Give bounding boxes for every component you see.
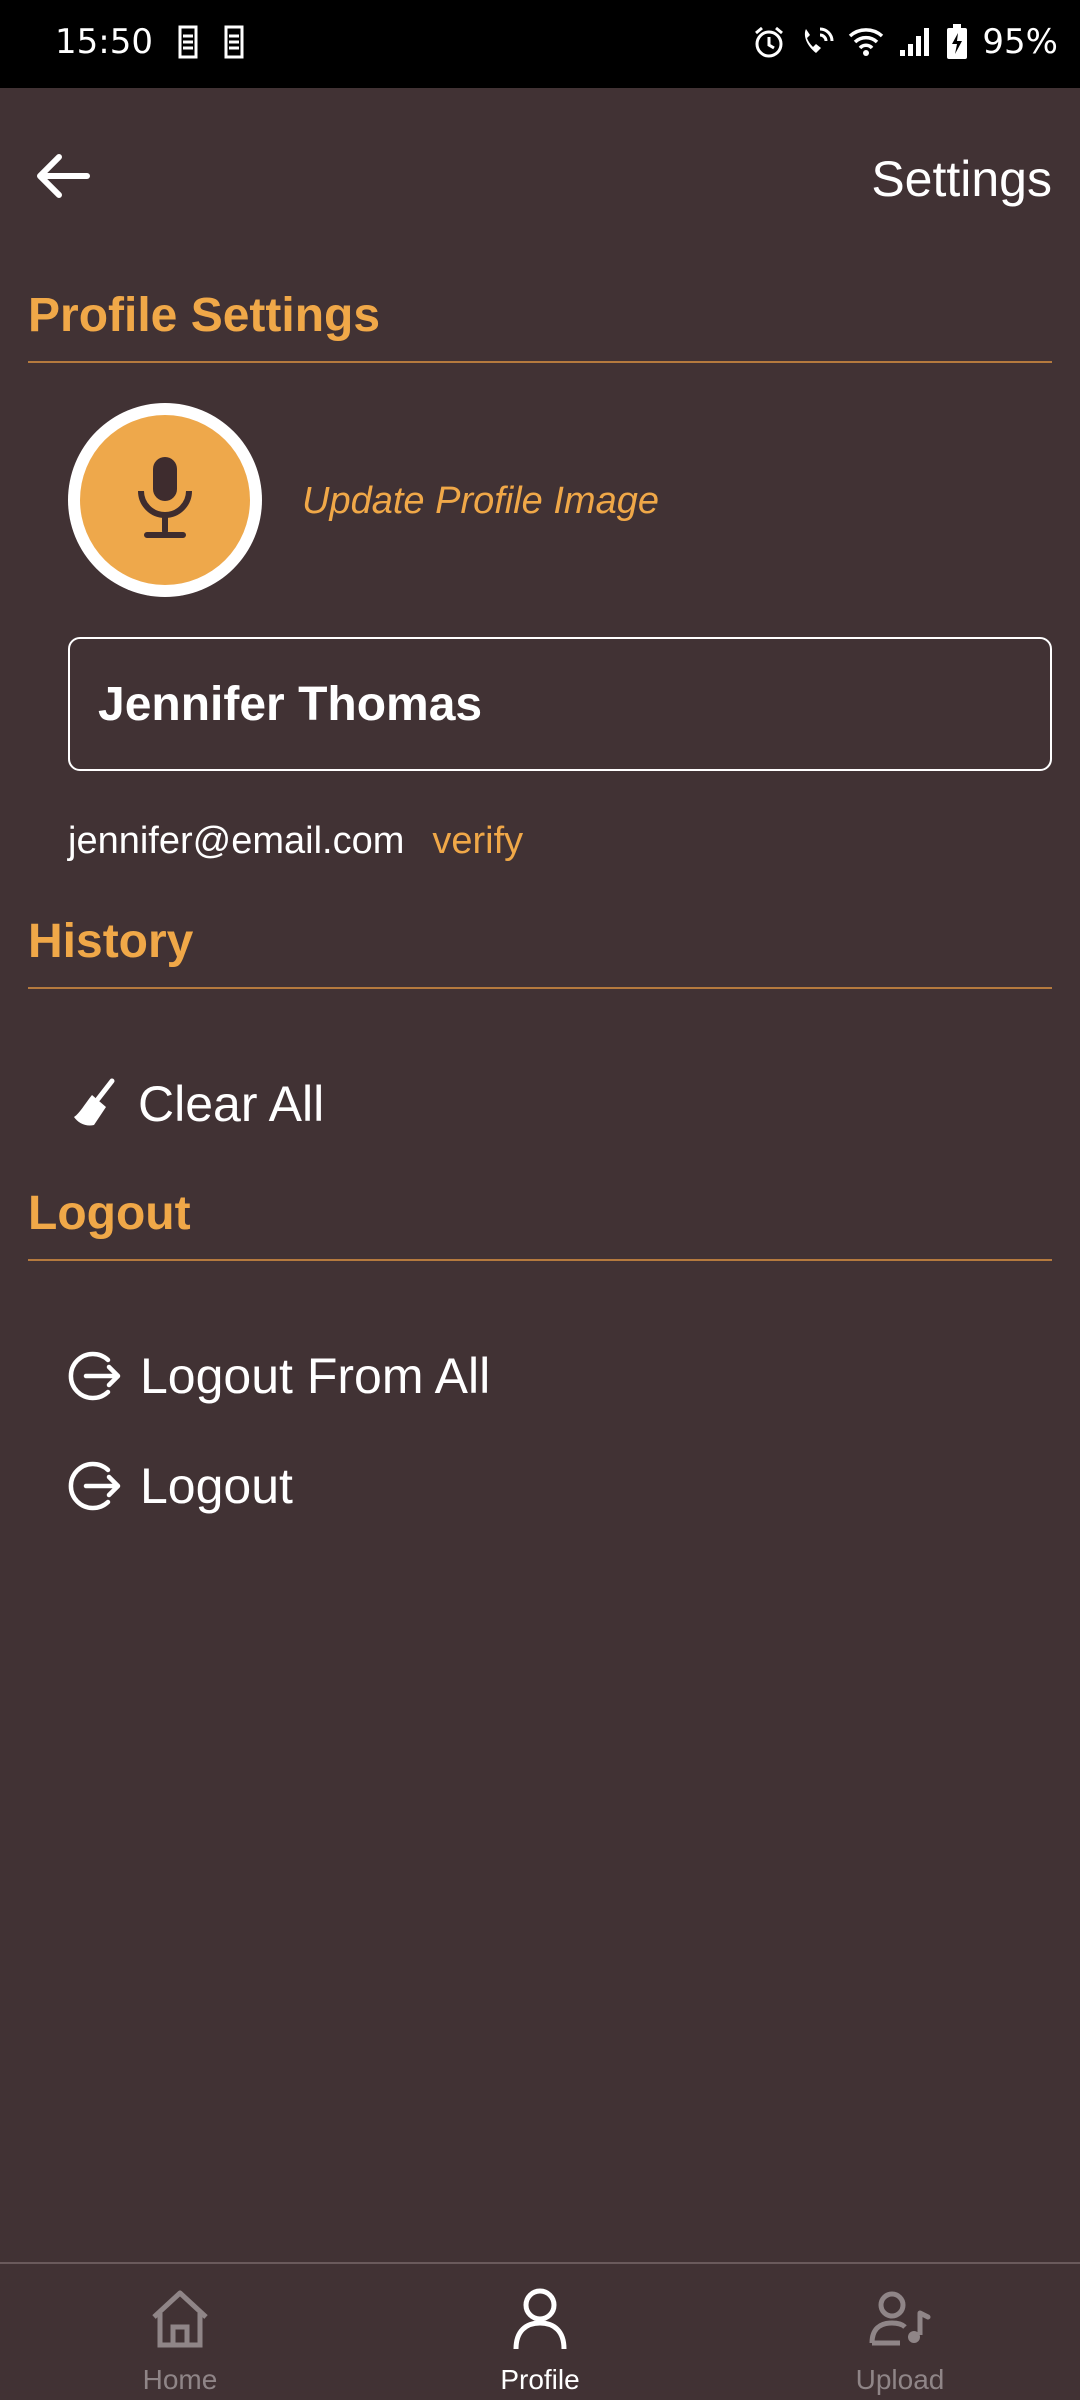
sim-icon <box>221 24 247 60</box>
signal-icon <box>898 26 932 58</box>
section-heading-logout: Logout <box>28 1187 191 1240</box>
logout-from-all-button[interactable]: Logout From All <box>68 1347 490 1405</box>
person-icon <box>512 2284 568 2354</box>
nav-upload-label: Upload <box>855 2364 945 2395</box>
clear-all-label: Clear All <box>138 1076 325 1132</box>
status-system-icons: 95% <box>752 22 1058 62</box>
verify-link[interactable]: verify <box>432 820 523 863</box>
page-title: Settings <box>871 151 1052 207</box>
logout-icon <box>68 1458 124 1514</box>
logout-label: Logout <box>140 1458 293 1514</box>
status-notification-icons <box>175 24 247 60</box>
home-icon <box>148 2284 212 2354</box>
status-bar: 15:50 95% <box>0 0 1080 88</box>
clear-all-button[interactable]: Clear All <box>68 1075 324 1133</box>
divider <box>28 361 1052 363</box>
avatar-circle <box>80 415 250 585</box>
alarm-icon <box>752 25 786 59</box>
name-field-value: Jennifer Thomas <box>98 677 483 731</box>
divider <box>28 987 1052 989</box>
nav-home[interactable]: Home <box>0 2264 360 2400</box>
bottom-nav: Home Profile Upload <box>0 2262 1080 2400</box>
battery-charging-icon <box>946 24 968 60</box>
app-bar: Settings <box>0 88 1080 268</box>
wifi-call-icon <box>800 25 834 59</box>
nav-upload[interactable]: Upload <box>720 2264 1080 2400</box>
battery-percentage: 95% <box>982 22 1058 62</box>
nav-profile[interactable]: Profile <box>360 2264 720 2400</box>
user-music-icon <box>868 2284 932 2354</box>
wifi-icon <box>848 26 884 58</box>
email-text: jennifer@email.com <box>68 820 405 862</box>
microphone-icon <box>133 455 197 546</box>
section-heading-profile: Profile Settings <box>28 289 381 342</box>
logout-icon <box>68 1348 124 1404</box>
section-heading-history: History <box>28 915 194 968</box>
email-row: jennifer@email.com verify <box>68 820 523 863</box>
avatar[interactable] <box>68 403 262 597</box>
back-button[interactable] <box>28 148 98 208</box>
arrow-left-icon <box>35 152 91 205</box>
sim-icon <box>175 24 201 60</box>
nav-profile-label: Profile <box>500 2364 580 2395</box>
broom-icon <box>68 1077 122 1131</box>
nav-home-label: Home <box>142 2364 218 2395</box>
update-profile-image-link[interactable]: Update Profile Image <box>302 480 659 523</box>
divider <box>28 1259 1052 1261</box>
logout-from-all-label: Logout From All <box>140 1348 491 1404</box>
name-field[interactable]: Jennifer Thomas <box>68 637 1052 771</box>
status-time: 15:50 <box>55 22 153 62</box>
logout-button[interactable]: Logout <box>68 1457 293 1515</box>
